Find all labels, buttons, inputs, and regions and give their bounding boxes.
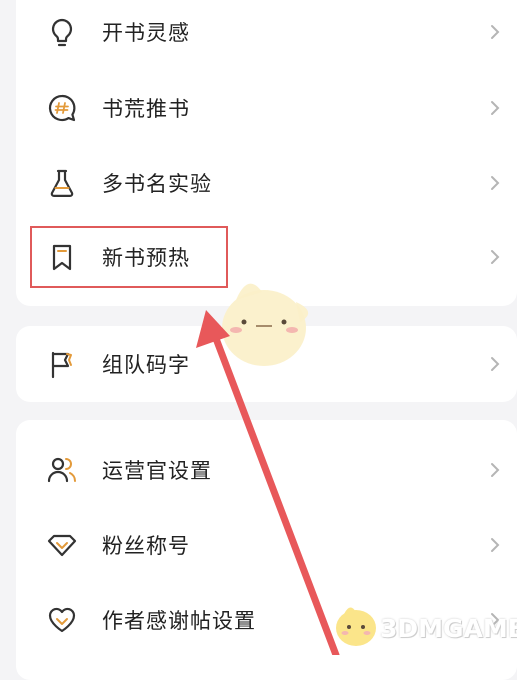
highlight-box (30, 226, 228, 288)
flask-icon (44, 165, 80, 201)
menu-item-label: 粉丝称号 (102, 534, 190, 558)
menu-item-zudui-mazi[interactable]: 组队码字 (16, 334, 517, 394)
watermark-text: 3DMGAME (380, 614, 517, 643)
chevron-right-icon (486, 99, 504, 117)
menu-item-label: 书荒推书 (102, 97, 190, 121)
chevron-right-icon (486, 461, 504, 479)
lightbulb-icon (44, 14, 80, 50)
menu-item-label: 运营官设置 (102, 459, 212, 483)
chevron-right-icon (486, 174, 504, 192)
menu-item-label: 作者感谢帖设置 (102, 609, 256, 633)
menu-item-label: 组队码字 (102, 353, 190, 377)
chevron-right-icon (486, 355, 504, 373)
menu-item-duo-shuming-shiyan[interactable]: 多书名实验 (16, 153, 517, 213)
menu-item-label: 开书灵感 (102, 21, 190, 45)
menu-item-fensi-chenghao[interactable]: 粉丝称号 (16, 515, 517, 575)
menu-item-yunyingguan-shezhi[interactable]: 运营官设置 (16, 440, 517, 500)
mascot-icon (336, 607, 376, 646)
badge-icon (44, 527, 80, 563)
users-icon (44, 452, 80, 488)
menu-item-kaishu-linggan[interactable]: 开书灵感 (16, 2, 517, 62)
flag-icon (44, 346, 80, 382)
watermark: 3DMGAME (330, 600, 517, 652)
menu-item-shuhuang-tuishu[interactable]: 书荒推书 (16, 78, 517, 138)
heart-icon (44, 602, 80, 638)
hashtag-bubble-icon (44, 90, 80, 126)
chevron-right-icon (486, 536, 504, 554)
chevron-right-icon (486, 23, 504, 41)
chevron-right-icon (486, 248, 504, 266)
menu-item-label: 多书名实验 (102, 172, 212, 196)
